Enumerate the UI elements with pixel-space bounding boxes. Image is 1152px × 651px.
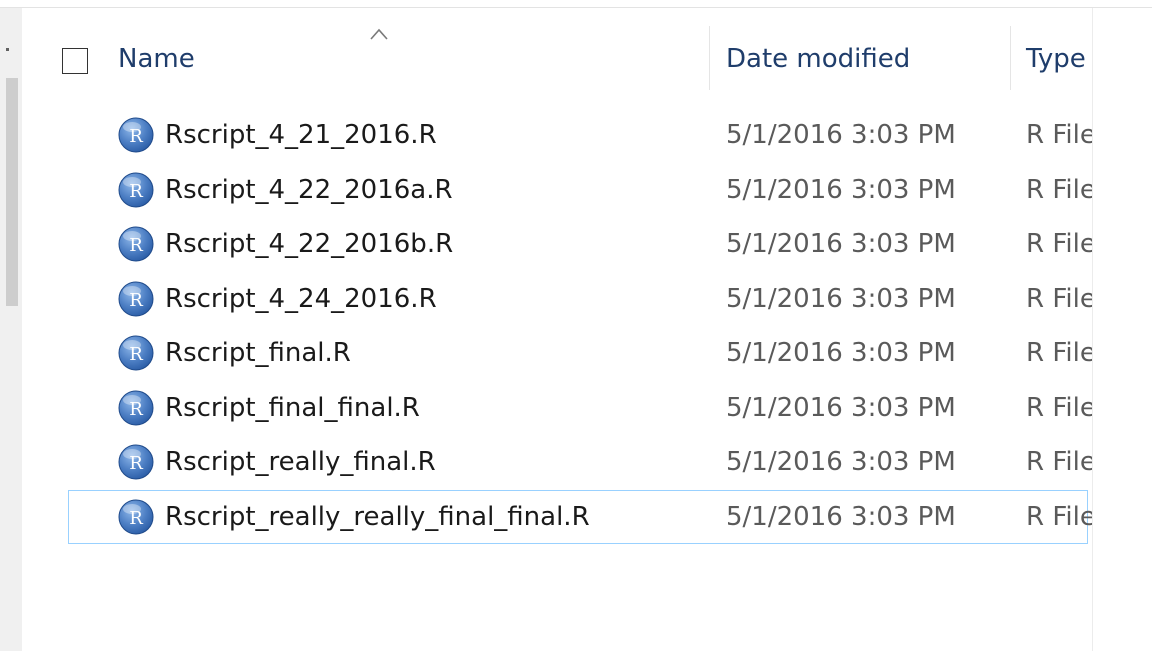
svg-text:R: R	[129, 508, 143, 529]
file-row-content: R Rscript_4_22_2016a.R 5/1/2016 3:03 PM …	[22, 163, 1092, 218]
file-type: R File	[1026, 501, 1092, 532]
select-all-checkbox[interactable]	[62, 48, 88, 74]
file-date-modified: 5/1/2016 3:03 PM	[726, 120, 956, 150]
svg-text:R: R	[129, 181, 143, 202]
file-row[interactable]: R Rscript_4_22_2016b.R 5/1/2016 3:03 PM …	[22, 217, 1092, 272]
file-date-modified: 5/1/2016 3:03 PM	[726, 338, 956, 368]
vertical-scrollbar[interactable]	[0, 8, 22, 651]
file-date-modified: 5/1/2016 3:03 PM	[726, 447, 956, 477]
scroll-thumb[interactable]	[6, 78, 18, 306]
r-file-icon: R	[118, 335, 154, 371]
file-type: R File	[1026, 229, 1092, 259]
r-file-icon: R	[118, 117, 154, 153]
file-name: Rscript_4_21_2016.R	[165, 120, 437, 150]
file-type: R File	[1026, 174, 1092, 205]
file-date-modified: 5/1/2016 3:03 PM	[726, 283, 956, 314]
file-name: Rscript_4_24_2016.R	[165, 283, 437, 314]
file-name: Rscript_4_22_2016b.R	[165, 229, 454, 259]
file-row[interactable]: R Rscript_final.R 5/1/2016 3:03 PM R Fil…	[22, 326, 1092, 381]
file-date-modified: 5/1/2016 3:03 PM	[726, 392, 956, 423]
file-row-content: R Rscript_final.R 5/1/2016 3:03 PM R Fil…	[22, 326, 1092, 381]
file-list: R Rscript_4_21_2016.R 5/1/2016 3:03 PM R…	[22, 108, 1092, 544]
file-type: R File	[1026, 392, 1092, 423]
r-file-icon: R	[118, 226, 154, 262]
file-row-content: R Rscript_4_21_2016.R 5/1/2016 3:03 PM R…	[22, 108, 1092, 163]
file-row[interactable]: R Rscript_final_final.R 5/1/2016 3:03 PM…	[22, 381, 1092, 436]
file-type: R File	[1026, 283, 1092, 314]
file-row[interactable]: R Rscript_really_final.R 5/1/2016 3:03 P…	[22, 435, 1092, 490]
file-row[interactable]: R Rscript_4_24_2016.R 5/1/2016 3:03 PM R…	[22, 272, 1092, 327]
sort-ascending-icon	[370, 28, 388, 40]
file-type: R File	[1026, 120, 1092, 150]
file-row-content: R Rscript_final_final.R 5/1/2016 3:03 PM…	[22, 381, 1092, 436]
file-name: Rscript_final.R	[165, 338, 351, 368]
file-type: R File	[1026, 447, 1092, 477]
file-row-content: R Rscript_4_24_2016.R 5/1/2016 3:03 PM R…	[22, 272, 1092, 327]
file-name: Rscript_really_final.R	[165, 447, 436, 477]
column-header-date-modified[interactable]: Date modified	[726, 44, 910, 74]
file-date-modified: 5/1/2016 3:03 PM	[726, 501, 956, 532]
r-file-icon: R	[118, 390, 154, 425]
file-row-content: R Rscript_4_22_2016b.R 5/1/2016 3:03 PM …	[22, 217, 1092, 272]
file-date-modified: 5/1/2016 3:03 PM	[726, 174, 956, 205]
svg-text:R: R	[129, 399, 143, 420]
svg-text:R: R	[129, 290, 143, 311]
r-file-icon: R	[118, 172, 154, 207]
file-row[interactable]: R Rscript_4_21_2016.R 5/1/2016 3:03 PM R…	[22, 108, 1092, 163]
r-file-icon: R	[118, 444, 154, 480]
r-file-icon: R	[118, 281, 154, 316]
file-row[interactable]: R Rscript_really_really_final_final.R 5/…	[68, 489, 1092, 544]
file-row-content: R Rscript_really_final.R 5/1/2016 3:03 P…	[22, 435, 1092, 490]
file-row[interactable]: R Rscript_4_22_2016a.R 5/1/2016 3:03 PM …	[22, 163, 1092, 218]
file-row-content: R Rscript_really_really_final_final.R 5/…	[22, 490, 1092, 545]
column-divider[interactable]	[1010, 26, 1011, 90]
column-header-row: Name Date modified Type	[22, 20, 1092, 100]
column-divider[interactable]	[709, 26, 710, 90]
svg-text:R: R	[129, 126, 143, 147]
file-type: R File	[1026, 338, 1092, 368]
column-header-name[interactable]: Name	[118, 44, 195, 74]
column-header-type[interactable]: Type	[1026, 44, 1086, 74]
r-file-icon: R	[118, 499, 154, 534]
scroll-up-arrow[interactable]	[6, 48, 9, 51]
file-date-modified: 5/1/2016 3:03 PM	[726, 229, 956, 259]
top-divider	[0, 7, 1152, 8]
svg-text:R: R	[129, 453, 143, 474]
svg-text:R: R	[129, 235, 143, 256]
file-name: Rscript_really_really_final_final.R	[165, 501, 590, 532]
file-name: Rscript_4_22_2016a.R	[165, 174, 453, 205]
file-name: Rscript_final_final.R	[165, 392, 420, 423]
pane-edge	[1092, 8, 1093, 651]
svg-text:R: R	[129, 344, 143, 365]
